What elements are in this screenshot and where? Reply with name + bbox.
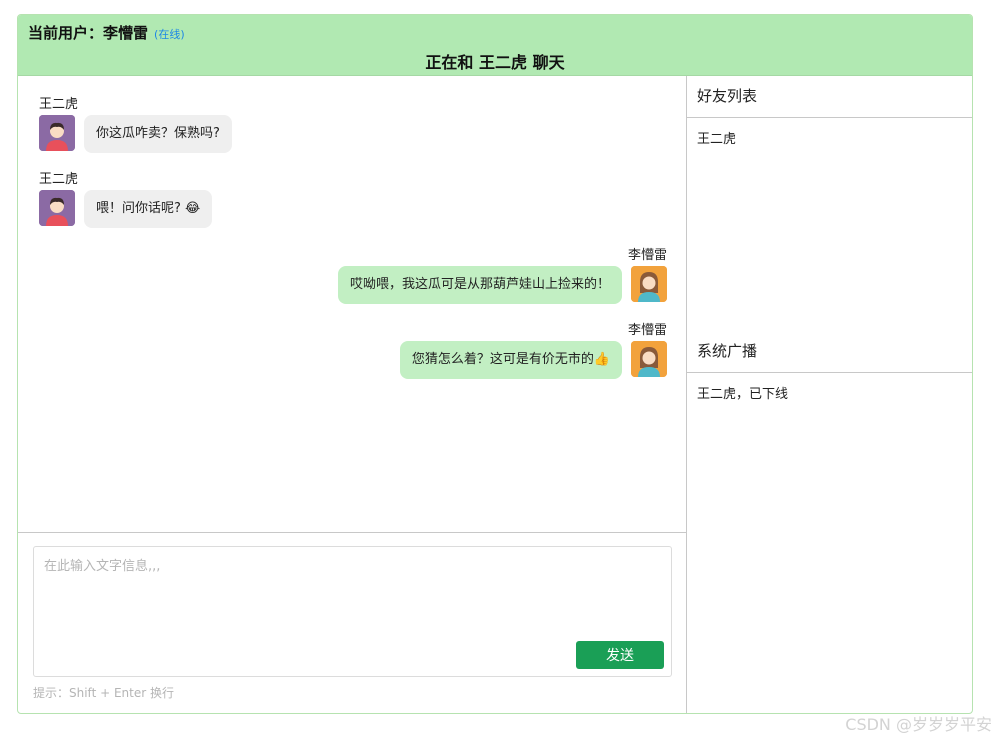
message-bubble: 喂！问你话呢? 😂 — [84, 190, 213, 228]
chat-partner-name: 王二虎 — [478, 53, 527, 72]
current-user-info: 当前用户：李懵雷 (在线) — [28, 22, 185, 43]
male-avatar-icon[interactable] — [39, 190, 75, 226]
chat-title-suffix: 聊天 — [532, 53, 565, 72]
message-sender: 李懵雷 — [627, 323, 667, 338]
current-user-label: 当前用户： — [28, 24, 104, 42]
input-hint: 提示：Shift + Enter 换行 — [33, 686, 174, 700]
online-status: (在线) — [154, 28, 185, 41]
watermark: CSDN @岁岁岁平安 — [845, 715, 992, 734]
message-sender: 王二虎 — [39, 172, 79, 187]
chat-title-prefix: 正在和 — [425, 53, 474, 72]
message-item: 王二虎 你这瓜咋卖？保熟吗? — [38, 93, 678, 157]
message-bubble: 您猜怎么着？这可是有价无市的👍 — [399, 341, 622, 379]
chat-title: 正在和 王二虎 聊天 — [18, 49, 972, 73]
chat-app-window: 当前用户：李懵雷 (在线) 正在和 王二虎 聊天 王二虎 你这瓜咋卖？保熟吗? 王… — [17, 14, 973, 714]
female-avatar-icon[interactable] — [631, 266, 667, 302]
message-item: 李懵雷 哎呦喂，我这瓜可是从那葫芦娃山上捡来的！ — [18, 244, 668, 308]
sidebar: 好友列表 王二虎 系统广播 王二虎，已下线 — [687, 76, 972, 713]
message-composer: 发送 提示：Shift + Enter 换行 — [18, 532, 687, 713]
current-user-name: 李懵雷 — [103, 24, 149, 42]
friend-list-item[interactable]: 王二虎 — [697, 128, 736, 147]
message-sender: 李懵雷 — [627, 248, 667, 263]
friend-list-title: 好友列表 — [687, 76, 972, 118]
broadcast-item: 王二虎，已下线 — [697, 387, 789, 402]
male-avatar-icon[interactable] — [39, 115, 75, 151]
message-item: 王二虎 喂！问你话呢? 😂 — [38, 168, 678, 232]
system-broadcast-title: 系统广播 — [687, 331, 972, 373]
send-button[interactable]: 发送 — [576, 641, 664, 669]
message-bubble: 你这瓜咋卖？保熟吗? — [84, 115, 232, 153]
message-list[interactable]: 王二虎 你这瓜咋卖？保熟吗? 王二虎 喂！问你话呢? 😂 李懵雷 哎呦喂，我这瓜… — [18, 76, 687, 532]
female-avatar-icon[interactable] — [631, 341, 667, 377]
chat-header: 当前用户：李懵雷 (在线) 正在和 王二虎 聊天 — [18, 15, 972, 76]
message-bubble: 哎呦喂，我这瓜可是从那葫芦娃山上捡来的！ — [337, 266, 622, 304]
message-input-box: 发送 — [33, 546, 672, 677]
message-item: 李懵雷 您猜怎么着？这可是有价无市的👍 — [18, 319, 668, 383]
message-sender: 王二虎 — [39, 97, 79, 112]
